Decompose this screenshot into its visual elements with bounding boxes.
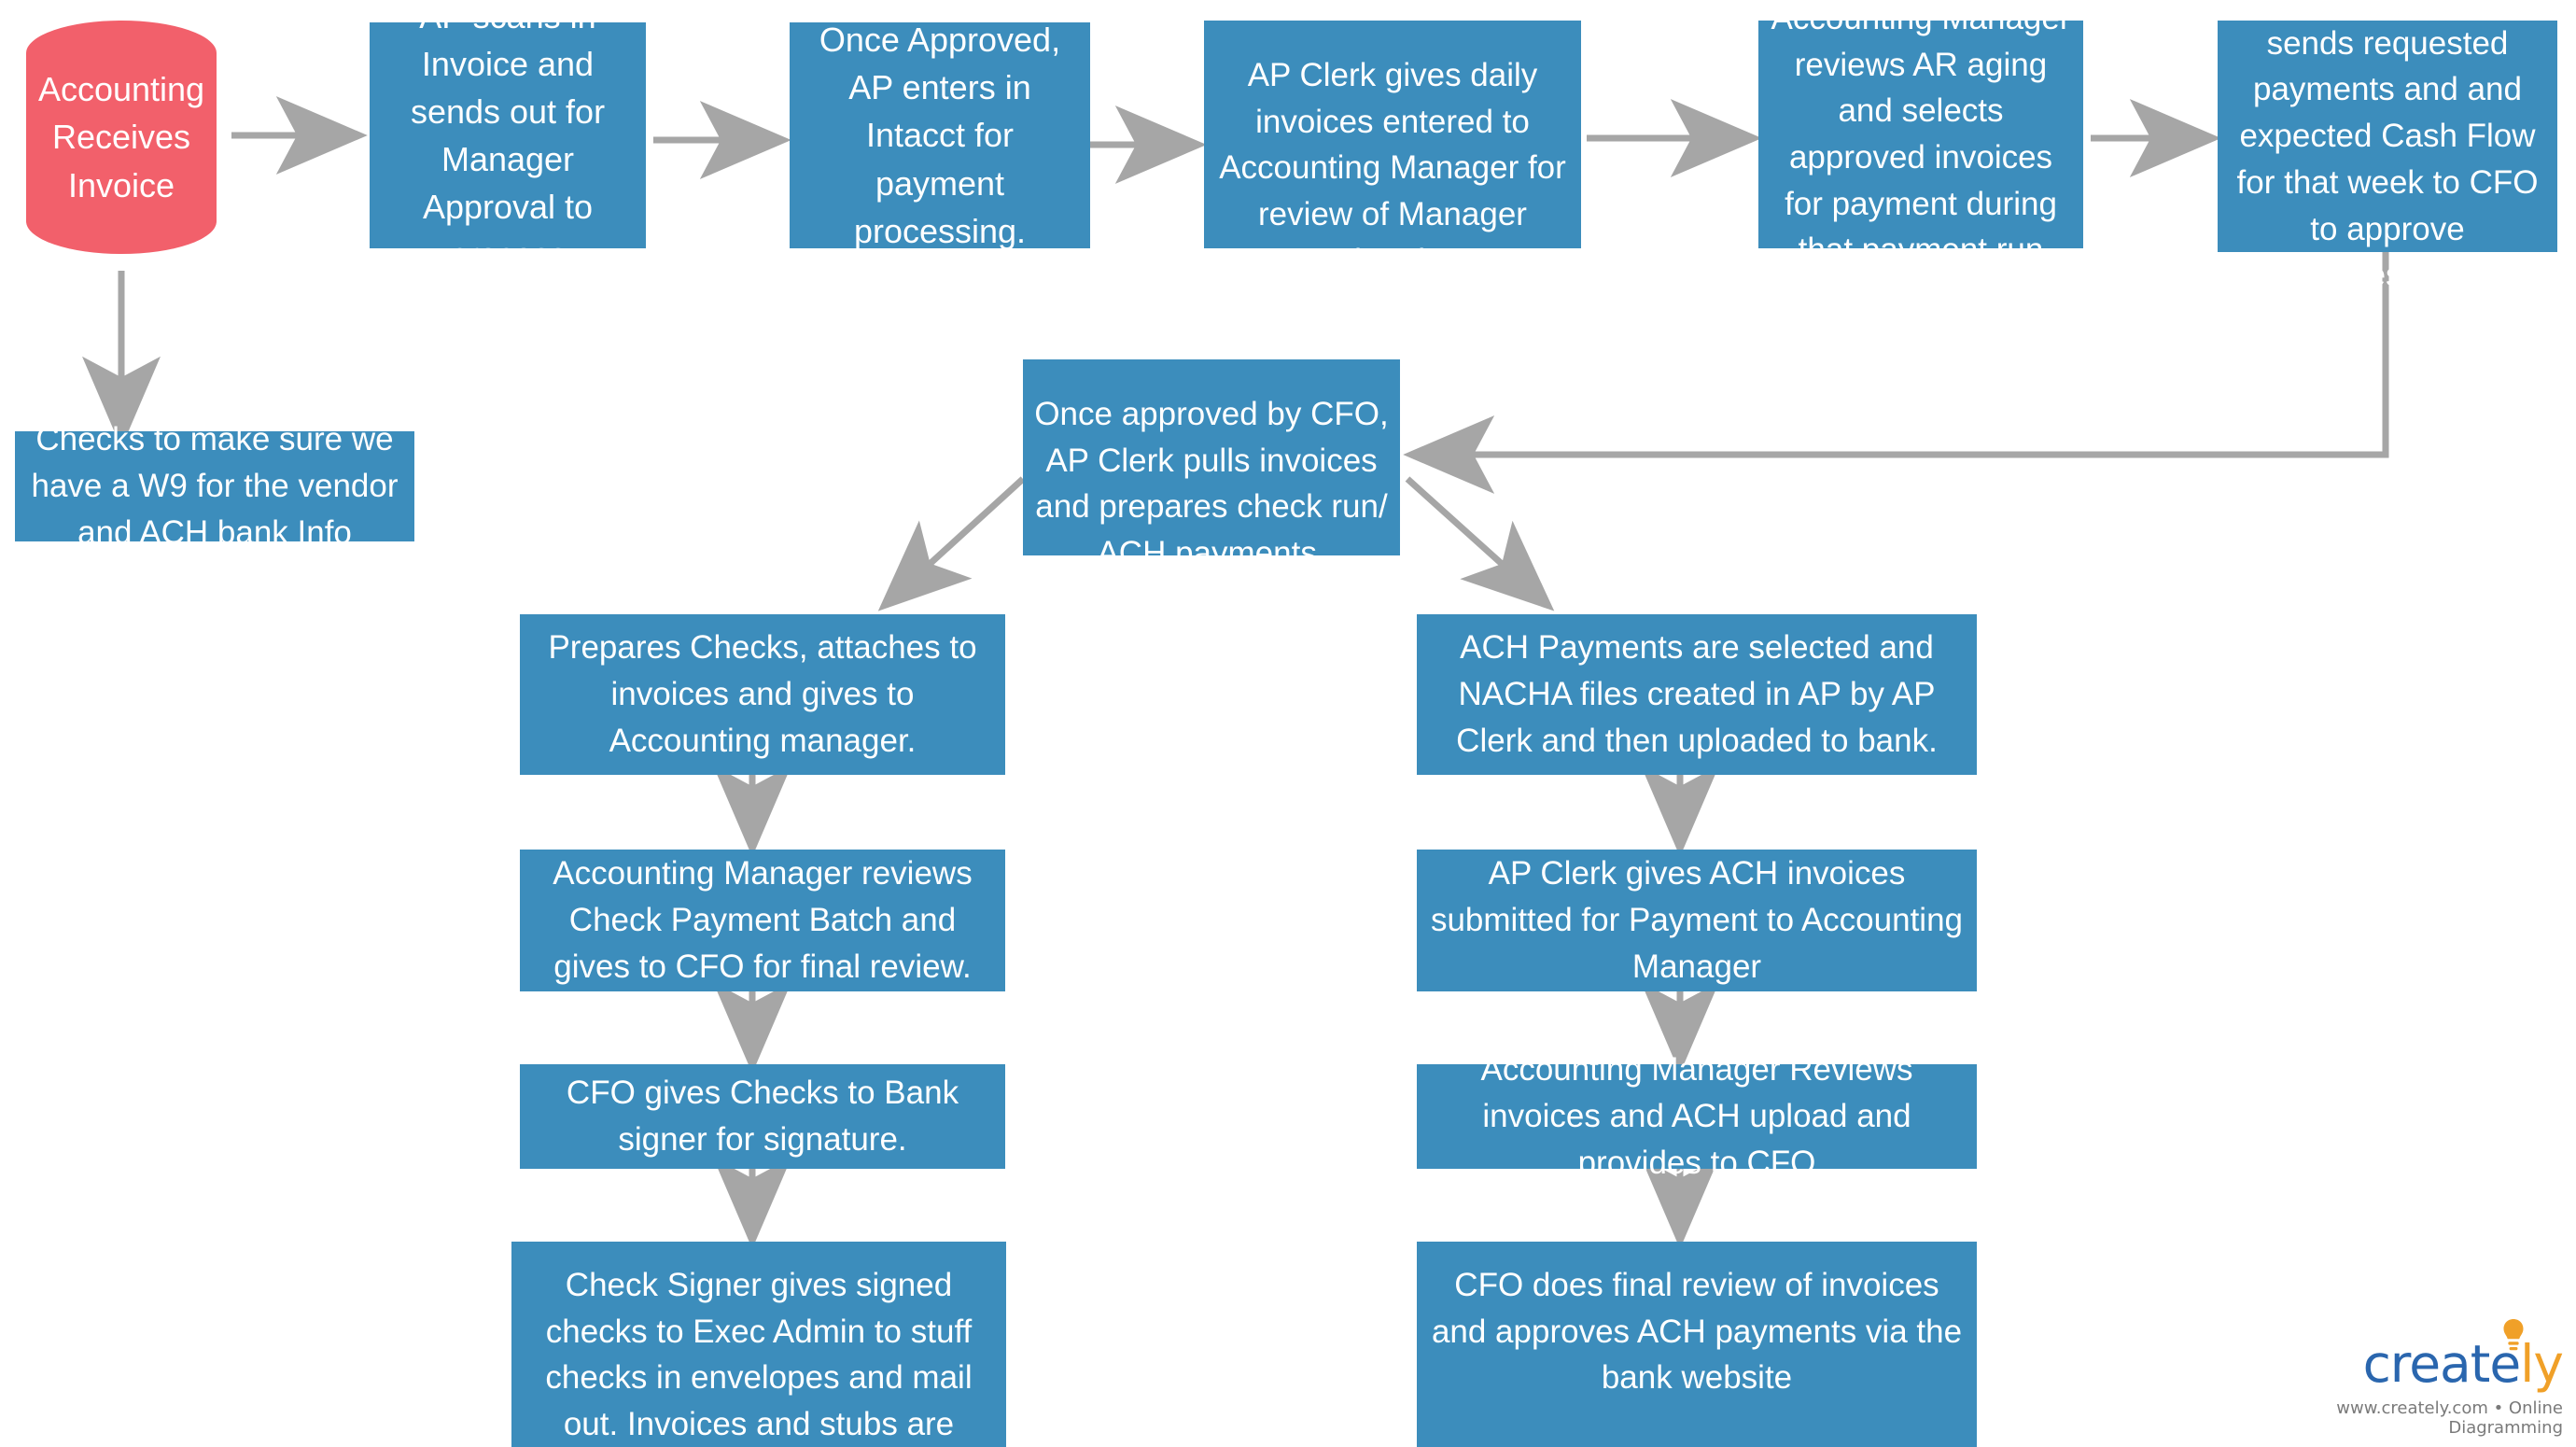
- node-label: Prepares Checks, attaches to invoices an…: [548, 629, 977, 759]
- node-label: Accounting Manager sends requested payme…: [2236, 0, 2539, 294]
- node-label: CFO gives Checks to Bank signer for sign…: [566, 1075, 959, 1158]
- node-ach-nacha-files[interactable]: ACH Payments are selected and NACHA file…: [1417, 614, 1977, 775]
- node-label: Accounting Manager reviews AR aging and …: [1771, 0, 2071, 269]
- node-cfo-gives-checks-to-bank-signer[interactable]: CFO gives Checks to Bank signer for sign…: [520, 1064, 1005, 1169]
- creately-watermark: creately www.creately.com • Online Diagr…: [2255, 1319, 2564, 1438]
- flowchart-canvas: Accounting Receives Invoice AP scans in …: [0, 0, 2576, 1447]
- node-label: AP Clerk gives ACH invoices submitted fo…: [1430, 855, 1964, 985]
- connector-cfo-approved-to-nacha: [1405, 476, 1555, 611]
- node-label: Check Signer gives signed checks to Exec…: [545, 1267, 973, 1443]
- creately-tagline: www.creately.com • Online Diagramming: [2336, 1398, 2563, 1438]
- logo-text-creat: creat: [2362, 1334, 2491, 1394]
- node-cfo-approved-pulls-invoices[interactable]: Once approved by CFO, AP Clerk pulls inv…: [1023, 359, 1400, 571]
- node-reviews-ar-aging[interactable]: Accounting Manager reviews AR aging and …: [1758, 0, 2083, 268]
- node-label: Once approved by CFO, AP Clerk pulls inv…: [1034, 396, 1389, 572]
- node-label: AP Clerk gives daily invoices entered to…: [1219, 57, 1566, 372]
- creately-logo: creately: [2255, 1319, 2564, 1395]
- node-label: Checks to make sure we have a W9 for the…: [31, 421, 399, 551]
- connector-cfo-approved-to-prepare-checks: [877, 476, 1026, 611]
- node-start-accounting-receives-invoice[interactable]: Accounting Receives Invoice: [26, 21, 217, 254]
- node-w9-and-ach-check[interactable]: Checks to make sure we have a W9 for the…: [15, 421, 414, 551]
- node-sends-cash-flow-to-cfo[interactable]: Accounting Manager sends requested payme…: [2218, 0, 2557, 293]
- node-label: Accounting Manager reviews Check Payment…: [553, 855, 973, 985]
- node-enters-in-intacct[interactable]: Once Approved, AP enters in Intacct for …: [790, 21, 1090, 250]
- node-label: CFO does final review of invoices and ap…: [1431, 1267, 1963, 1397]
- node-label: AP scans in Invoice and sends out for Ma…: [410, 0, 606, 274]
- node-manager-reviews-check-batch[interactable]: Accounting Manager reviews Check Payment…: [520, 850, 1005, 991]
- node-cfo-final-review-ach[interactable]: CFO does final review of invoices and ap…: [1417, 1242, 1977, 1447]
- node-ap-scans-invoice[interactable]: AP scans in Invoice and sends out for Ma…: [370, 0, 646, 274]
- node-label: Accounting Receives Invoice: [37, 70, 205, 204]
- node-daily-invoices-to-accounting-manager[interactable]: AP Clerk gives daily invoices entered to…: [1204, 21, 1581, 372]
- node-prepares-checks[interactable]: Prepares Checks, attaches to invoices an…: [520, 614, 1005, 775]
- logo-text-ly: ly: [2520, 1334, 2564, 1394]
- node-label: Accounting Manager Reviews invoices and …: [1480, 1051, 1913, 1181]
- node-label: ACH Payments are selected and NACHA file…: [1456, 629, 1938, 759]
- node-manager-reviews-ach-upload[interactable]: Accounting Manager Reviews invoices and …: [1417, 1051, 1977, 1181]
- node-ap-clerk-gives-ach-invoices[interactable]: AP Clerk gives ACH invoices submitted fo…: [1417, 850, 1977, 991]
- lightbulb-icon: [2503, 1319, 2524, 1351]
- node-check-signer-mails-checks[interactable]: Check Signer gives signed checks to Exec…: [511, 1242, 1006, 1447]
- node-label: Once Approved, AP enters in Intacct for …: [819, 21, 1061, 250]
